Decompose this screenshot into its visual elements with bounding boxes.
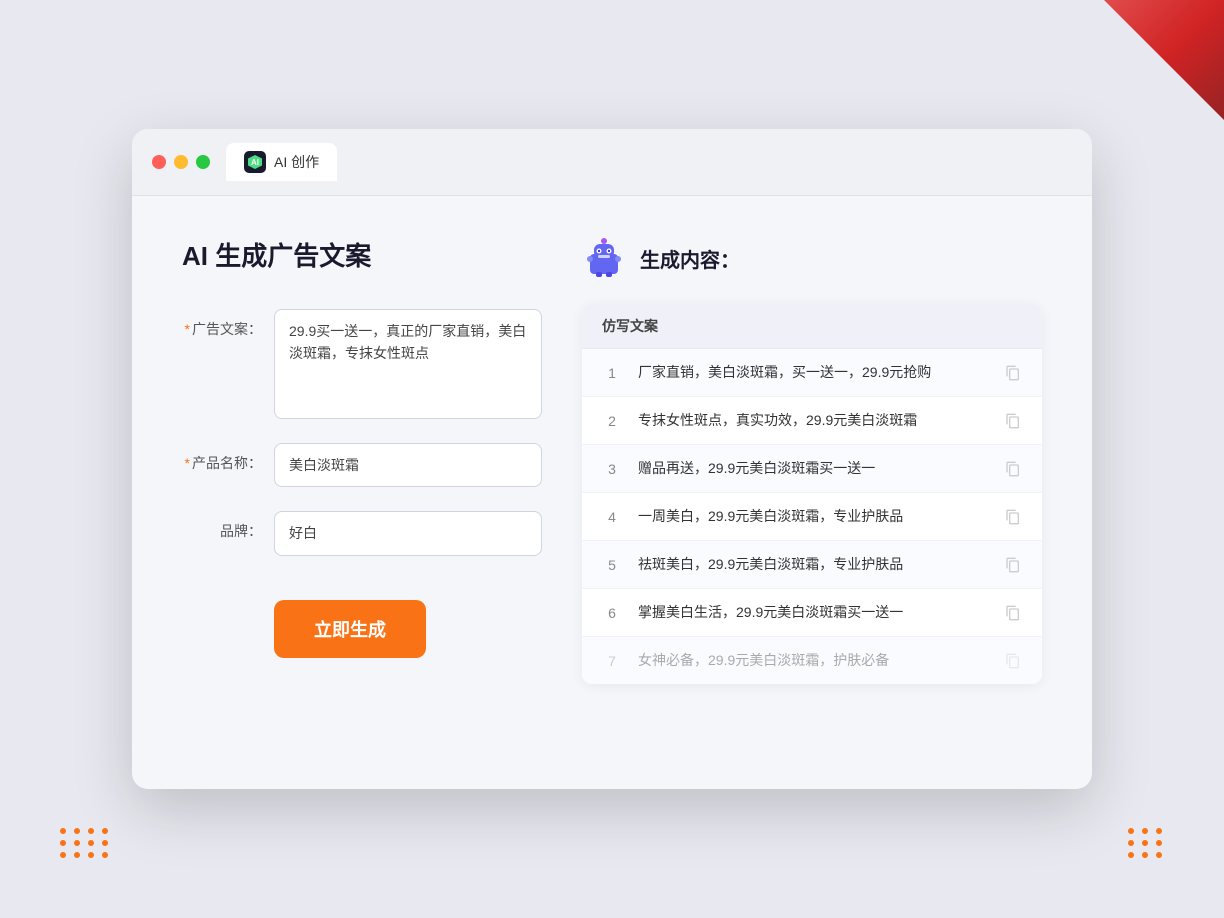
row-text: 祛斑美白，29.9元美白淡斑霜，专业护肤品 [638, 554, 988, 575]
bottom-left-decoration [60, 828, 110, 858]
row-text: 厂家直销，美白淡斑霜，买一送一，29.9元抢购 [638, 362, 988, 383]
product-name-label: *产品名称： [182, 443, 262, 473]
result-title: 生成内容： [640, 244, 740, 273]
table-row: 7 女神必备，29.9元美白淡斑霜，护肤必备 [582, 637, 1042, 684]
table-row: 6 掌握美白生活，29.9元美白淡斑霜买一送一 [582, 589, 1042, 637]
copy-icon[interactable] [1004, 460, 1022, 478]
ad-text-input[interactable]: 29.9买一送一，真正的厂家直销，美白淡斑霜，专抹女性斑点 [274, 309, 542, 419]
copy-icon[interactable] [1004, 556, 1022, 574]
robot-icon [582, 236, 626, 280]
row-number: 4 [602, 509, 622, 525]
brand-group: 品牌： [182, 511, 542, 555]
ad-text-required: * [185, 321, 190, 337]
ad-text-group: *广告文案： 29.9买一送一，真正的厂家直销，美白淡斑霜，专抹女性斑点 [182, 309, 542, 419]
table-row: 1 厂家直销，美白淡斑霜，买一送一，29.9元抢购 [582, 349, 1042, 397]
table-row: 2 专抹女性斑点，真实功效，29.9元美白淡斑霜 [582, 397, 1042, 445]
right-panel: 生成内容： 仿写文案 1 厂家直销，美白淡斑霜，买一送一，29.9元抢购 2 专… [582, 236, 1042, 736]
copy-icon[interactable] [1004, 364, 1022, 382]
main-content: AI 生成广告文案 *广告文案： 29.9买一送一，真正的厂家直销，美白淡斑霜，… [132, 196, 1092, 776]
title-bar: AI AI 创作 [132, 129, 1092, 196]
product-required: * [185, 455, 190, 471]
brand-label: 品牌： [182, 511, 262, 541]
row-number: 3 [602, 461, 622, 477]
copy-icon[interactable] [1004, 508, 1022, 526]
brand-input[interactable] [274, 511, 542, 555]
ai-icon-text: AI [251, 158, 259, 167]
copy-icon[interactable] [1004, 652, 1022, 670]
row-number: 2 [602, 413, 622, 429]
row-text: 女神必备，29.9元美白淡斑霜，护肤必备 [638, 650, 988, 671]
table-header: 仿写文案 [582, 304, 1042, 349]
close-button[interactable] [152, 155, 166, 169]
copy-icon[interactable] [1004, 412, 1022, 430]
maximize-button[interactable] [196, 155, 210, 169]
window-controls [152, 155, 210, 169]
table-row: 3 赠品再送，29.9元美白淡斑霜买一送一 [582, 445, 1042, 493]
tab-label: AI 创作 [274, 152, 319, 172]
row-text: 专抹女性斑点，真实功效，29.9元美白淡斑霜 [638, 410, 988, 431]
row-number: 6 [602, 605, 622, 621]
row-text: 赠品再送，29.9元美白淡斑霜买一送一 [638, 458, 988, 479]
bottom-right-decoration [1128, 828, 1164, 858]
result-header: 生成内容： [582, 236, 1042, 280]
row-text: 一周美白，29.9元美白淡斑霜，专业护肤品 [638, 506, 988, 527]
row-text: 掌握美白生活，29.9元美白淡斑霜买一送一 [638, 602, 988, 623]
minimize-button[interactable] [174, 155, 188, 169]
result-table: 仿写文案 1 厂家直销，美白淡斑霜，买一送一，29.9元抢购 2 专抹女性斑点，… [582, 304, 1042, 684]
browser-window: AI AI 创作 AI 生成广告文案 *广告文案： 29.9买一送一，真正的厂家… [132, 129, 1092, 789]
active-tab[interactable]: AI AI 创作 [226, 143, 337, 181]
copy-icon[interactable] [1004, 604, 1022, 622]
row-number: 1 [602, 365, 622, 381]
left-panel: AI 生成广告文案 *广告文案： 29.9买一送一，真正的厂家直销，美白淡斑霜，… [182, 236, 542, 736]
product-name-input[interactable] [274, 443, 542, 487]
table-row: 4 一周美白，29.9元美白淡斑霜，专业护肤品 [582, 493, 1042, 541]
table-row: 5 祛斑美白，29.9元美白淡斑霜，专业护肤品 [582, 541, 1042, 589]
product-name-group: *产品名称： [182, 443, 542, 487]
top-right-decoration [1104, 0, 1224, 120]
row-number: 7 [602, 653, 622, 669]
page-title: AI 生成广告文案 [182, 236, 542, 273]
row-number: 5 [602, 557, 622, 573]
generate-button[interactable]: 立即生成 [274, 600, 426, 658]
ad-text-label: *广告文案： [182, 309, 262, 339]
tab-icon: AI [244, 151, 266, 173]
